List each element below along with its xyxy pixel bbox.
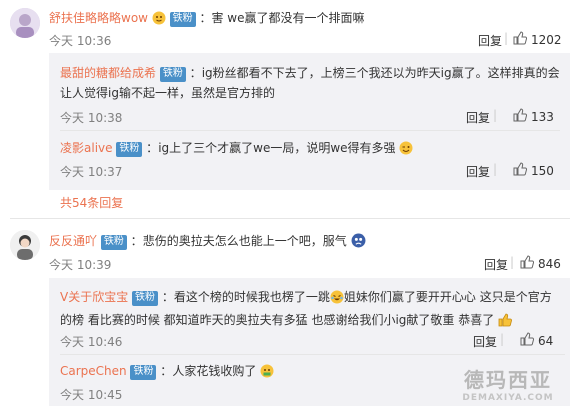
like-count: 846 (538, 256, 561, 271)
reply-text: ：ig粉丝都看不下去了，上榜三个我还以为昨天ig赢了。这样排真的会 (189, 66, 560, 80)
like-button[interactable]: 133 (513, 108, 554, 125)
user-name[interactable]: V关于欣宝宝 (60, 290, 128, 304)
reply-text: ：看这个榜的时候我也楞了一跳 (161, 290, 330, 304)
fan-badge: 铁粉 (169, 12, 196, 27)
reply-button[interactable]: 回复 (466, 163, 490, 180)
user-name[interactable]: 反反通吖 (49, 234, 97, 248)
comment-header: 舒扶佳略略略wow 铁粉 ：害 we赢了都没有一个排面嘛 (49, 9, 365, 28)
action-separator: | (510, 255, 515, 269)
reply-time: 今天 10:45 (60, 388, 123, 402)
face-emoji-icon (152, 11, 166, 28)
laugh-cry-emoji-icon (330, 290, 344, 310)
like-count: 1202 (531, 32, 562, 47)
reply-time: 今天 10:38 (60, 111, 123, 125)
avatar[interactable] (10, 230, 40, 260)
like-button[interactable]: 64 (520, 332, 553, 349)
reply-button[interactable]: 回复 (473, 333, 497, 350)
thumb-up-icon (520, 332, 535, 349)
wink-emoji-icon (399, 141, 413, 158)
divider (60, 130, 560, 131)
divider (60, 354, 565, 355)
comment-time: 今天 10:36 (49, 34, 112, 48)
reply-time: 今天 10:46 (60, 335, 123, 349)
reply-text-continued: 让人觉得ig输不起一样，虽然是官方排的 (60, 86, 275, 100)
fan-badge: 铁粉 (116, 142, 143, 157)
thumb-up-icon (520, 255, 535, 272)
action-separator: | (493, 108, 498, 122)
reply-time: 今天 10:37 (60, 165, 123, 179)
action-separator: | (500, 332, 505, 346)
user-name[interactable]: CarpeChen (60, 364, 127, 378)
reply-text-part: 姐妹你们赢了要开开心心 这只是个官方 (343, 290, 552, 304)
action-separator: | (493, 162, 498, 176)
reply-button[interactable]: 回复 (484, 256, 508, 273)
fan-badge: 铁粉 (130, 365, 157, 380)
thumb-up-icon (513, 108, 528, 125)
thumb-up-icon (513, 162, 528, 179)
fan-badge: 铁粉 (132, 291, 159, 306)
user-name[interactable]: 舒扶佳略略略wow (49, 11, 148, 25)
like-count: 64 (538, 333, 554, 348)
fan-badge: 铁粉 (100, 235, 127, 250)
thumbs-up-emoji-icon (498, 313, 512, 333)
reply-item: CarpeChen 铁粉 ：人家花钱收购了 (60, 362, 274, 381)
thumb-up-icon (513, 31, 528, 48)
reply-item: 凌影alive 铁粉 ：ig上了三个才赢了we一局，说明we得有多强 (60, 139, 413, 158)
money-emoji-icon (260, 364, 274, 381)
reply-item: V关于欣宝宝 铁粉 ：看这个榜的时候我也楞了一跳 姐妹你们赢了要开开心心 这只是个… (60, 287, 565, 333)
user-name[interactable]: 凌影alive (60, 141, 113, 155)
like-button[interactable]: 150 (513, 162, 554, 179)
like-button[interactable]: 1202 (513, 31, 562, 48)
more-replies-link[interactable]: 共54条回复 (60, 194, 123, 211)
reply-text: ：人家花钱收购了 (160, 364, 257, 378)
comment-text: ：害 we赢了都没有一个排面嘛 (199, 11, 365, 25)
cry-emoji-icon (351, 233, 366, 251)
comment-time: 今天 10:39 (49, 258, 112, 272)
reply-text-continued: 的榜 看比赛的时候 都知道昨天的奥拉夫有多猛 也感谢给我们小ig献了敬重 恭喜了 (60, 313, 495, 327)
watermark-title: 德玛西亚 (464, 368, 552, 392)
watermark-domain: DEMAXIYA.COM (462, 393, 554, 403)
fan-badge: 铁粉 (159, 67, 186, 82)
watermark-logo: 德玛西亚 DEMAXIYA.COM (443, 364, 573, 403)
avatar[interactable] (10, 8, 40, 38)
reply-text: ：ig上了三个才赢了we一局，说明we得有多强 (146, 141, 396, 155)
reply-item: 最甜的糖都给成希 铁粉 ：ig粉丝都看不下去了，上榜三个我还以为昨天ig赢了。这… (60, 63, 560, 103)
reply-button[interactable]: 回复 (466, 109, 490, 126)
comment-divider (10, 218, 570, 219)
action-separator: | (504, 31, 509, 45)
comment-header: 反反通吖 铁粉 ：悲伤的奥拉夫怎么也能上一个吧，服气 (49, 232, 366, 251)
like-count: 150 (531, 163, 554, 178)
user-name[interactable]: 最甜的糖都给成希 (60, 66, 156, 80)
reply-button[interactable]: 回复 (478, 32, 502, 49)
like-count: 133 (531, 109, 554, 124)
like-button[interactable]: 846 (520, 255, 561, 272)
comment-text: ：悲伤的奥拉夫怎么也能上一个吧，服气 (130, 234, 347, 248)
